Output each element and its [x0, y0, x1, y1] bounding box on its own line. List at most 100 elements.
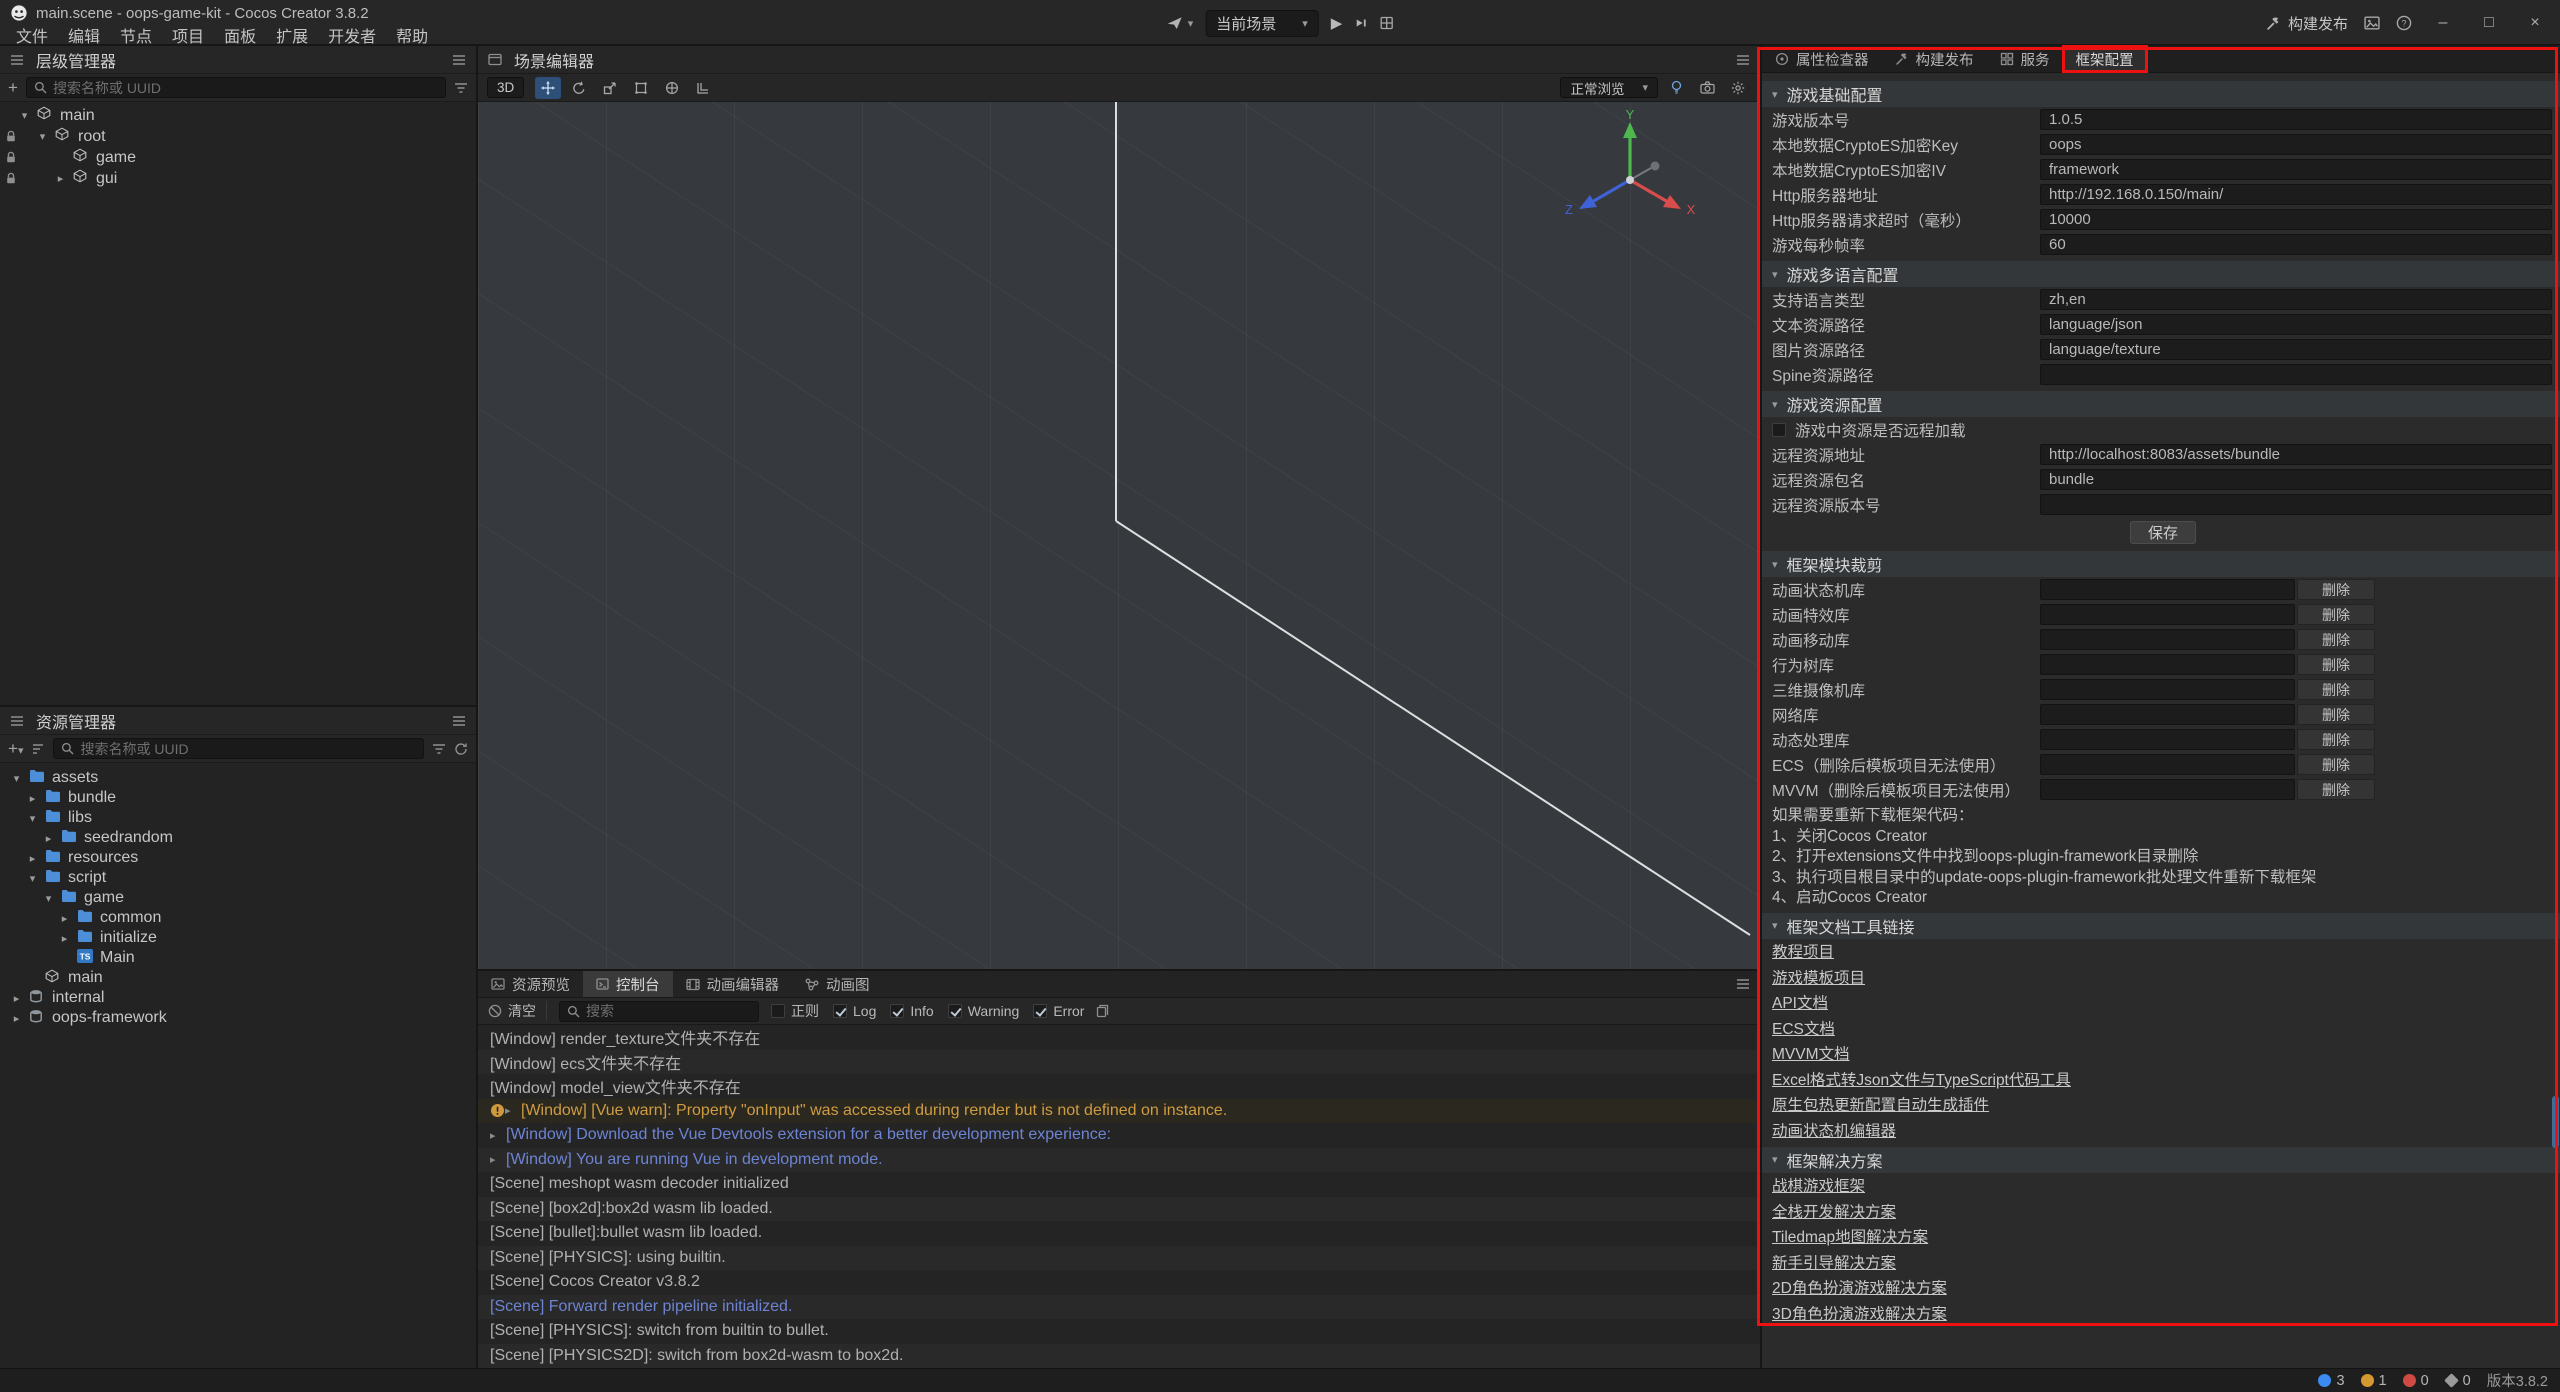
gear-icon[interactable]: [1725, 77, 1751, 99]
asset-node-oops-framework[interactable]: ▸oops-framework: [0, 1008, 476, 1028]
log-row[interactable]: ▸[Window] Download the Vue Devtools exte…: [478, 1123, 1760, 1148]
framework-link[interactable]: ECS文档: [1772, 1017, 1835, 1039]
anchor-tool-button[interactable]: [659, 77, 685, 99]
create-node-button[interactable]: +: [8, 78, 18, 98]
status-count-info[interactable]: 3: [2318, 1373, 2344, 1389]
asset-node-initialize[interactable]: ▸initialize: [0, 928, 476, 948]
build-publish-button[interactable]: 构建发布: [2266, 13, 2348, 34]
text-input[interactable]: language/json: [2040, 314, 2552, 335]
tab-console[interactable]: 控制台: [583, 971, 673, 997]
log-row[interactable]: [Scene] [PHYSICS]: switch from builtin t…: [478, 1319, 1760, 1344]
expand-arrow-icon[interactable]: ▸: [10, 1012, 23, 1025]
snapshot-icon[interactable]: [2364, 16, 2380, 30]
expand-arrow-icon[interactable]: ▸: [490, 1129, 506, 1142]
text-input[interactable]: [2040, 704, 2295, 725]
status-count-warning[interactable]: 1: [2361, 1373, 2387, 1389]
filter-checkbox-warning[interactable]: Warning: [948, 1003, 1020, 1019]
asset-node-main[interactable]: main: [0, 968, 476, 988]
delete-button[interactable]: 删除: [2297, 629, 2375, 650]
filter-checkbox-error[interactable]: Error: [1033, 1003, 1084, 1019]
filter-checkbox-info[interactable]: Info: [890, 1003, 933, 1019]
copy-log-icon[interactable]: [1096, 1004, 1109, 1018]
menu-item[interactable]: 项目: [162, 23, 214, 47]
asset-node-internal[interactable]: ▸internal: [0, 988, 476, 1008]
text-input[interactable]: framework: [2040, 159, 2552, 180]
framework-link[interactable]: 游戏模板项目: [1772, 966, 1865, 988]
expand-arrow-icon[interactable]: ▸: [26, 852, 39, 865]
status-count-error[interactable]: 0: [2403, 1373, 2429, 1389]
menu-item[interactable]: 节点: [110, 23, 162, 47]
section-header[interactable]: ▾游戏资源配置: [1762, 391, 2560, 417]
3d-mode-button[interactable]: 3D: [487, 77, 524, 98]
asset-node-script[interactable]: ▾script: [0, 868, 476, 888]
section-header[interactable]: ▾框架文档工具链接: [1762, 913, 2560, 939]
asset-node-bundle[interactable]: ▸bundle: [0, 788, 476, 808]
menu-item[interactable]: 编辑: [58, 23, 110, 47]
gizmo-z-label[interactable]: Z: [1565, 202, 1573, 217]
refresh-icon[interactable]: [454, 742, 468, 756]
view-mode-select[interactable]: 正常浏览 ▾: [1560, 77, 1658, 98]
hierarchy-node-gui[interactable]: ▸gui: [0, 168, 476, 189]
log-row[interactable]: [Window] model_view文件夹不存在: [478, 1074, 1760, 1099]
console-search-input[interactable]: [586, 1003, 751, 1019]
text-input[interactable]: [2040, 779, 2295, 800]
clear-console-button[interactable]: 清空: [488, 1001, 547, 1021]
framework-link[interactable]: 教程项目: [1772, 940, 1834, 962]
rect-tool-button[interactable]: [628, 77, 654, 99]
tab-build-publish[interactable]: 构建发布: [1882, 46, 1987, 72]
hierarchy-search-box[interactable]: [26, 77, 446, 98]
save-button[interactable]: 保存: [2130, 521, 2196, 544]
framework-link[interactable]: 战棋游戏框架: [1772, 1174, 1865, 1196]
tab-animation-editor[interactable]: 动画编辑器: [673, 971, 793, 997]
asset-node-common[interactable]: ▸common: [0, 908, 476, 928]
close-button[interactable]: ×: [2520, 14, 2550, 32]
move-tool-button[interactable]: [535, 77, 561, 99]
log-row[interactable]: [Scene] meshopt wasm decoder initialized: [478, 1172, 1760, 1197]
expand-arrow-icon[interactable]: ▾: [10, 772, 23, 785]
text-input[interactable]: bundle: [2040, 469, 2552, 490]
section-header[interactable]: ▾框架解决方案: [1762, 1147, 2560, 1173]
log-row[interactable]: [Scene] [box2d]:box2d wasm lib loaded.: [478, 1197, 1760, 1222]
menu-item[interactable]: 开发者: [318, 23, 386, 47]
delete-button[interactable]: 删除: [2297, 604, 2375, 625]
delete-button[interactable]: 删除: [2297, 579, 2375, 600]
delete-button[interactable]: 删除: [2297, 704, 2375, 725]
log-row[interactable]: [Scene] Cocos Creator v3.8.2: [478, 1270, 1760, 1295]
log-row[interactable]: [Scene] Forward render pipeline initiali…: [478, 1295, 1760, 1320]
framework-link[interactable]: 3D角色扮演游戏解决方案: [1772, 1302, 1947, 1324]
scene-select[interactable]: 当前场景 ▾: [1205, 10, 1319, 37]
camera-settings-button[interactable]: [1694, 77, 1720, 99]
text-input[interactable]: 60: [2040, 234, 2552, 255]
log-row[interactable]: [Scene] [PHYSICS]: using builtin.: [478, 1246, 1760, 1271]
text-input[interactable]: zh,en: [2040, 289, 2552, 310]
expand-arrow-icon[interactable]: ▸: [42, 832, 55, 845]
delete-button[interactable]: 删除: [2297, 754, 2375, 775]
delete-button[interactable]: 删除: [2297, 654, 2375, 675]
framework-link[interactable]: Tiledmap地图解决方案: [1772, 1225, 1928, 1247]
expand-arrow-icon[interactable]: ▾: [18, 109, 31, 122]
step-button[interactable]: [1354, 17, 1367, 29]
expand-arrow-icon[interactable]: ▸: [58, 912, 71, 925]
framework-link[interactable]: 全栈开发解决方案: [1772, 1200, 1896, 1222]
status-count-build[interactable]: 0: [2445, 1373, 2471, 1389]
orientation-gizmo[interactable]: Y X Z: [1555, 110, 1705, 250]
log-row[interactable]: [Scene] [PHYSICS2D]: switch from box2d-w…: [478, 1344, 1760, 1369]
framework-link[interactable]: Excel格式转Json文件与TypeScript代码工具: [1772, 1068, 2071, 1090]
text-input[interactable]: 1.0.5: [2040, 109, 2552, 130]
delete-button[interactable]: 删除: [2297, 779, 2375, 800]
section-header[interactable]: ▾框架模块裁剪: [1762, 551, 2560, 577]
delete-button[interactable]: 删除: [2297, 729, 2375, 750]
framework-link[interactable]: MVVM文档: [1772, 1042, 1850, 1064]
hierarchy-node-main[interactable]: ▾main: [0, 105, 476, 126]
log-row[interactable]: [Window] render_texture文件夹不存在: [478, 1025, 1760, 1050]
expand-arrow-icon[interactable]: ▸: [58, 932, 71, 945]
asset-node-game[interactable]: ▾game: [0, 888, 476, 908]
gizmo-x-label[interactable]: X: [1687, 202, 1696, 217]
delete-button[interactable]: 删除: [2297, 679, 2375, 700]
expand-arrow-icon[interactable]: ▾: [42, 892, 55, 905]
layout-grid-button[interactable]: [1379, 16, 1393, 30]
console-search-box[interactable]: [559, 1001, 759, 1022]
tab-asset-preview[interactable]: 资源预览: [478, 971, 583, 997]
expand-arrow-icon[interactable]: ▾: [26, 872, 39, 885]
log-row[interactable]: [Window] ecs文件夹不存在: [478, 1050, 1760, 1075]
